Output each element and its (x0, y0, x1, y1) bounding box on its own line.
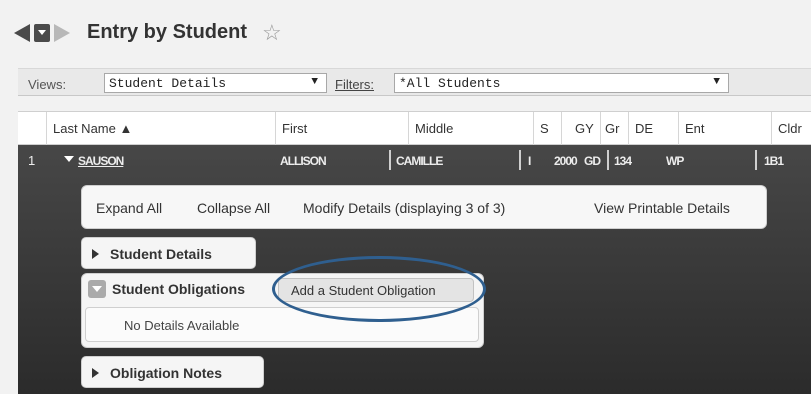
row-expand-caret-icon[interactable] (64, 156, 74, 162)
cell-de: 134 (614, 154, 632, 168)
cell-first: ALLISON (280, 154, 327, 168)
chevron-down-icon: ▼ (713, 76, 720, 88)
column-header-gy[interactable]: GY (561, 112, 600, 146)
cell-cldr: 1B1 (764, 154, 784, 168)
record-navigation (14, 24, 70, 42)
detail-actions-bar: Expand All Collapse All Modify Details (… (81, 185, 767, 229)
list-dropdown-icon[interactable] (34, 24, 50, 42)
column-header-ent[interactable]: Ent (678, 112, 728, 146)
triangle-right-icon (92, 249, 99, 259)
page-title: Entry by Student (87, 21, 248, 43)
section-label: Obligation Notes (110, 365, 222, 381)
cell-gy: 2000 (554, 154, 578, 168)
column-header-cldr[interactable]: Cldr (771, 112, 811, 146)
collapse-all-button[interactable]: Collapse All (197, 200, 270, 216)
table-header: Last Name ▲ First Middle S GY Gr DE Ent … (18, 111, 811, 146)
cell-last-name[interactable]: SAUSON (78, 154, 124, 168)
cell-s: I (528, 154, 532, 168)
cell-gr: GD (584, 154, 601, 168)
section-label: Student Obligations (112, 281, 245, 297)
filters-selected-value: *All Students (399, 76, 501, 91)
cell-ent: WP (666, 154, 684, 168)
add-student-obligation-button[interactable]: Add a Student Obligation (278, 278, 474, 302)
page-header: Entry by Student ☆ (0, 0, 811, 64)
expand-all-button[interactable]: Expand All (96, 200, 162, 216)
triangle-left-icon[interactable] (14, 24, 30, 42)
column-header-gr[interactable]: Gr (600, 112, 628, 146)
filters-select[interactable]: *All Students ▼ (394, 73, 729, 93)
column-header-first[interactable]: First (275, 112, 408, 146)
chevron-down-icon: ▼ (311, 76, 318, 88)
section-label: Student Details (110, 246, 212, 262)
views-select[interactable]: Student Details ▼ (104, 73, 327, 93)
collapse-toggle-icon[interactable] (88, 280, 106, 298)
cell-divider (519, 150, 521, 170)
cell-divider (755, 150, 757, 170)
modify-details-button[interactable]: Modify Details (displaying 3 of 3) (303, 200, 505, 216)
triangle-right-icon[interactable] (54, 24, 70, 42)
filters-link[interactable]: Filters: (335, 77, 374, 92)
student-obligations-panel: Student Obligations Add a Student Obliga… (81, 273, 484, 348)
obligation-notes-section-toggle[interactable]: Obligation Notes (81, 356, 264, 388)
cell-divider (607, 150, 609, 170)
views-label: Views: (28, 77, 67, 92)
cell-divider (389, 150, 391, 170)
column-header-de[interactable]: DE (628, 112, 678, 146)
column-header-middle[interactable]: Middle (408, 112, 533, 146)
column-header-last-name[interactable]: Last Name ▲ (46, 112, 275, 146)
triangle-right-icon (92, 368, 99, 378)
views-filters-toolbar: Views: Student Details ▼ Filters: *All S… (18, 68, 811, 96)
row-number: 1 (28, 153, 36, 168)
column-header-s[interactable]: S (533, 112, 561, 146)
view-printable-details-button[interactable]: View Printable Details (594, 200, 730, 216)
star-outline-icon[interactable]: ☆ (262, 22, 282, 44)
student-details-section-toggle[interactable]: Student Details (81, 237, 256, 269)
cell-middle: CAMILLE (396, 154, 443, 168)
views-selected-value: Student Details (109, 76, 227, 91)
no-details-message: No Details Available (85, 307, 479, 342)
